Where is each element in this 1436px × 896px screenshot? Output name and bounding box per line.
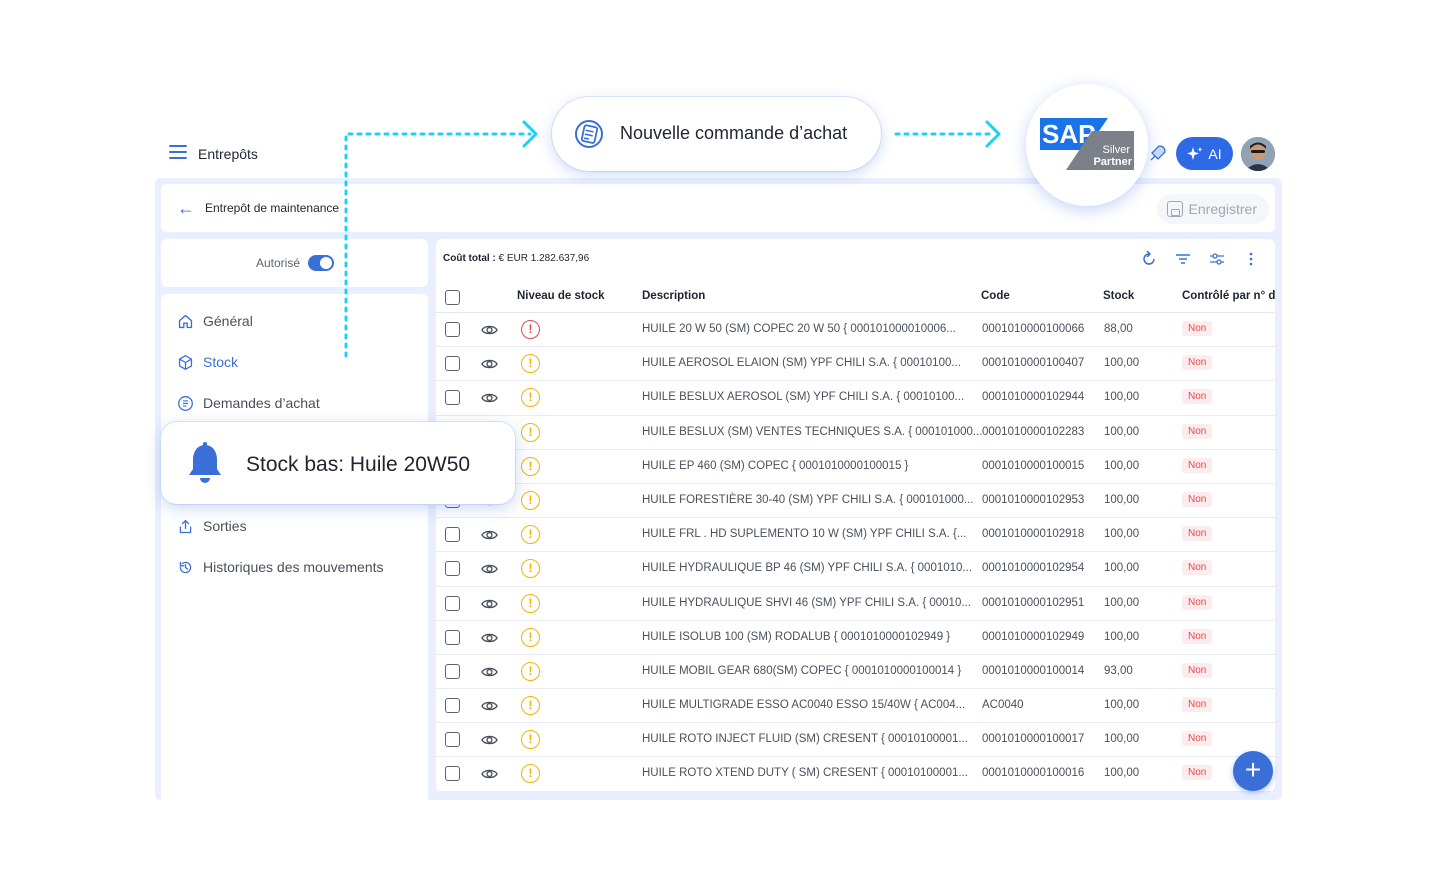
sap-silver-partner-badge: SAP Silver Partner: [1026, 84, 1148, 206]
bell-icon: [189, 442, 221, 483]
sap-badge-line2: Partner: [1093, 156, 1132, 168]
avatar[interactable]: [1241, 137, 1275, 171]
sparkle-icon: [1187, 146, 1203, 160]
sap-logo: SAP Silver Partner: [1040, 118, 1134, 170]
purchase-order-icon: [575, 120, 603, 148]
notification-text: Stock bas: Huile 20W50: [246, 453, 471, 476]
ai-button[interactable]: AI: [1176, 137, 1233, 170]
rocket-icon[interactable]: [1146, 143, 1168, 165]
low-stock-notification[interactable]: Stock bas: Huile 20W50: [161, 422, 515, 504]
ai-button-label: AI: [1208, 145, 1222, 162]
user-avatar-icon: [1241, 137, 1275, 171]
sap-badge-line1: Silver: [1102, 144, 1130, 156]
new-purchase-order-bubble[interactable]: Nouvelle commande d’achat: [552, 97, 881, 171]
new-purchase-order-label: Nouvelle commande d’achat: [620, 123, 848, 143]
app-screen: Entrepôts ← Entrepôt de maintenance Enre…: [0, 0, 1436, 896]
